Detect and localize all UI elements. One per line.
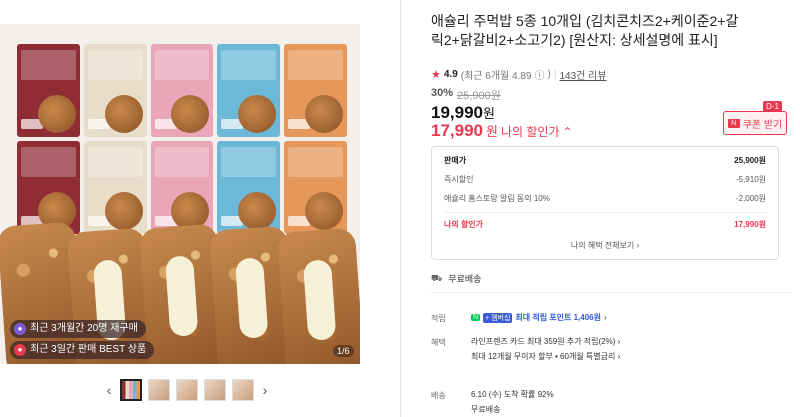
chevron-right-icon: › <box>617 352 621 361</box>
breakdown-label: 판매가 <box>444 156 467 165</box>
benefits-label: 혜택 <box>431 338 446 347</box>
chevron-right-icon: › <box>604 313 607 322</box>
best-seller-badge-text: 최근 3일간 판매 BEST 상품 <box>30 344 147 355</box>
thumbnail[interactable] <box>204 379 226 401</box>
star-icon: ★ <box>431 69 441 81</box>
view-all-benefits-link[interactable]: 나의 혜택 전체보기 › <box>432 240 778 251</box>
review-count-link[interactable]: 143건 리뷰 <box>559 67 606 82</box>
benefit-line[interactable]: 최대 12개월 무이자 할부 • 60개월 특별금리 › <box>471 351 620 362</box>
membership-badge: + 멤버십 <box>483 312 513 323</box>
info-icon[interactable]: ⓘ <box>535 67 545 82</box>
breakdown-mine-row: 나의 할인가 17,990원 <box>444 219 766 230</box>
breakdown-row: 판매가 25,900원 <box>444 155 766 166</box>
purple-sticker-icon: ● <box>14 323 26 335</box>
product-gallery: ● 최근 3개월간 20명 재구매 ● 최근 3일간 판매 BEST 상품 1/… <box>0 0 400 417</box>
red-sticker-icon: ● <box>14 344 26 356</box>
discount-line: 30% 25,900원 <box>431 87 501 103</box>
package-image <box>83 141 147 234</box>
chevron-right-icon: › <box>636 241 640 250</box>
image-counter: 1/6 <box>333 345 354 357</box>
coupon-button-label: 쿠폰 받기 <box>742 119 783 131</box>
rating-recent-close: ) <box>547 69 551 80</box>
chevron-right-icon: › <box>617 337 621 346</box>
thumbnail-strip: ‹ › <box>104 379 270 401</box>
delivery-label: 배송 <box>431 391 446 400</box>
package-image <box>284 141 347 234</box>
chevron-right-icon[interactable]: › <box>260 382 270 398</box>
chevron-up-icon[interactable]: ⌃ <box>563 125 573 139</box>
my-price-label: 나의 할인가 <box>500 125 560 139</box>
original-price: 25,900원 <box>457 90 501 102</box>
benefit-text: 라인프렌즈 카드 최대 359원 추가 적립(2%) <box>471 337 616 346</box>
rating-score: 4.9 <box>443 69 458 80</box>
benefits-list: 라인프렌즈 카드 최대 359원 추가 적립(2%) › 최대 12개월 무이자… <box>471 336 620 366</box>
breakdown-value: 25,900원 <box>734 156 766 165</box>
rating-summary: ★ 4.9 (최근 6개월 4.89 ⓘ ) | 143건 리뷰 <box>431 67 607 82</box>
truck-icon: ⛟ <box>431 272 443 283</box>
sale-price-value: 19,990 <box>431 103 483 122</box>
sale-price-unit: 원 <box>483 106 495 121</box>
package-image <box>83 44 147 137</box>
repurchase-badge-text: 최근 3개월간 20명 재구매 <box>30 323 138 334</box>
breakdown-row: 즉시할인 -5,910원 <box>444 174 766 185</box>
shipping-label: 무료배송 <box>448 274 482 284</box>
breakdown-value: 17,990원 <box>734 220 766 229</box>
breakdown-row: 애슐리 홈스토랑 알림 동의 10% -2,000원 <box>444 193 766 204</box>
points-text: 최대 적립 포인트 1,406원 <box>515 313 601 322</box>
divider <box>431 292 791 293</box>
rating-recent: (최근 6개월 4.89 <box>460 71 532 82</box>
product-main-image[interactable] <box>0 24 360 364</box>
delivery-fee: 무료배송 <box>471 405 501 414</box>
thumbnail[interactable] <box>120 379 142 401</box>
divider <box>444 212 766 213</box>
package-image <box>217 44 281 137</box>
view-all-benefits-label: 나의 혜택 전체보기 <box>570 241 635 250</box>
my-discount-price[interactable]: 17,990 원 나의 할인가 ⌃ <box>431 121 573 141</box>
package-image <box>150 141 214 234</box>
benefit-line[interactable]: 라인프렌즈 카드 최대 359원 추가 적립(2%) › <box>471 336 620 347</box>
package-image <box>17 141 80 234</box>
price-breakdown: 판매가 25,900원 즉시할인 -5,910원 애슐리 홈스토랑 알림 동의 … <box>431 146 779 260</box>
breakdown-label: 애슐리 홈스토랑 알림 동의 10% <box>444 194 550 203</box>
delivery-estimate: 6.10 (수) 도착 확률 92% <box>471 390 554 399</box>
breakdown-value: -5,910원 <box>735 175 766 184</box>
thumbnail[interactable] <box>176 379 198 401</box>
chevron-left-icon[interactable]: ‹ <box>104 382 114 398</box>
product-package-grid <box>17 44 347 234</box>
package-image <box>217 141 281 234</box>
breakdown-value: -2,000원 <box>735 194 766 203</box>
delivery-info: 6.10 (수) 도착 확률 92% 무료배송 <box>471 389 554 417</box>
breakdown-label: 나의 할인가 <box>444 220 484 229</box>
naver-n-icon: N <box>471 314 481 321</box>
package-image <box>17 44 80 137</box>
package-image <box>284 44 347 137</box>
repurchase-badge: ● 최근 3개월간 20명 재구매 <box>10 320 146 338</box>
points-label: 적립 <box>431 314 446 323</box>
best-seller-badge: ● 최근 3일간 판매 BEST 상품 <box>10 341 155 359</box>
thumbnail[interactable] <box>148 379 170 401</box>
my-price-unit: 원 <box>486 124 498 139</box>
breakdown-label: 즉시할인 <box>444 175 474 184</box>
divider <box>400 0 401 417</box>
discount-rate: 30% <box>431 87 454 99</box>
package-image <box>150 44 214 137</box>
separator: | <box>553 69 557 80</box>
my-price-value: 17,990 <box>431 121 483 140</box>
thumbnail[interactable] <box>232 379 254 401</box>
benefit-text: 최대 12개월 무이자 할부 • 60개월 특별금리 <box>471 352 616 361</box>
shipping-info: ⛟ 무료배송 <box>431 272 481 285</box>
coupon-button[interactable]: N 쿠폰 받기 <box>723 111 787 135</box>
product-title: 애슐리 주먹밥 5종 10개입 (김치콘치즈2+케이준2+갈릭2+닭갈비2+소고… <box>431 13 739 48</box>
sale-price: 19,990원 <box>431 103 495 123</box>
coupon-icon: N <box>727 118 740 128</box>
points-value[interactable]: N + 멤버십 최대 적립 포인트 1,406원 › <box>471 312 607 323</box>
